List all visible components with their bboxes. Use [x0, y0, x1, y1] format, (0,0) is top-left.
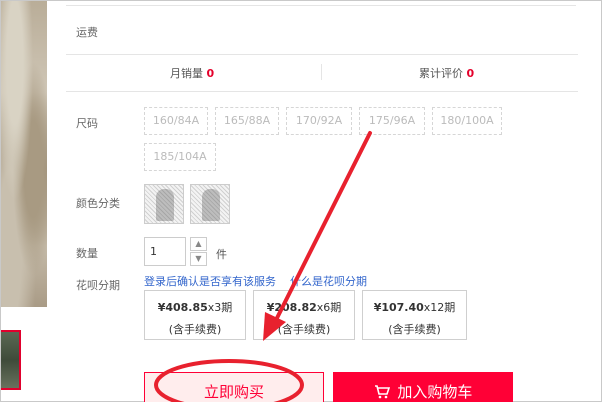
installment-login-notice[interactable]: 登录后确认是否享有该服务: [144, 273, 276, 289]
color-swatch-1[interactable]: [144, 184, 184, 224]
quantity-label: 数量: [76, 247, 98, 260]
plan-amount: ¥107.40: [373, 301, 424, 314]
installment-label: 花呗分期: [76, 279, 120, 292]
quantity-unit: 件: [216, 248, 227, 261]
chevron-up-icon[interactable]: ▲: [190, 237, 207, 251]
monthly-sales-value: 0: [206, 67, 215, 80]
top-divider: [66, 0, 576, 6]
plan-price: ¥408.85x3期: [145, 299, 245, 315]
monthly-sales-label: 月销量: [170, 67, 203, 80]
plan-price: ¥107.40x12期: [363, 299, 466, 315]
size-option-180-100a[interactable]: 180/100A: [432, 107, 502, 135]
monthly-sales: 月销量 0: [170, 65, 214, 81]
plan-period: x12期: [423, 301, 456, 314]
size-option-165-88a[interactable]: 165/88A: [215, 107, 279, 135]
plan-price: ¥208.82x6期: [254, 299, 354, 315]
plan-fee: (含手续费): [168, 323, 222, 336]
installment-plan-3[interactable]: ¥408.85x3期 (含手续费): [144, 290, 246, 340]
product-main-image[interactable]: [1, 1, 47, 307]
size-label: 尺码: [76, 117, 98, 130]
size-option-170-92a[interactable]: 170/92A: [286, 107, 352, 135]
add-to-cart-label: 加入购物车: [397, 383, 473, 401]
size-option-185-104a[interactable]: 185/104A: [144, 143, 216, 171]
plan-fee: (含手续费): [277, 323, 331, 336]
plan-amount: ¥208.82: [266, 301, 317, 314]
cumulative-reviews-value: 0: [466, 67, 475, 80]
plan-period: x3期: [207, 301, 233, 314]
stats-divider: [321, 64, 322, 80]
swatch-figure: [156, 189, 174, 221]
color-label: 颜色分类: [76, 197, 120, 210]
plan-period: x6期: [316, 301, 342, 314]
shipping-label: 运费: [76, 26, 98, 39]
plan-amount: ¥408.85: [157, 301, 208, 314]
cumulative-reviews-label: 累计评价: [419, 67, 463, 80]
color-swatch-2[interactable]: [190, 184, 230, 224]
cumulative-reviews[interactable]: 累计评价 0: [419, 65, 474, 81]
installment-plan-6[interactable]: ¥208.82x6期 (含手续费): [253, 290, 355, 340]
add-to-cart-button[interactable]: 加入购物车: [333, 372, 513, 402]
chevron-down-icon[interactable]: ▼: [190, 252, 207, 266]
size-option-175-96a[interactable]: 175/96A: [359, 107, 425, 135]
buy-now-button[interactable]: 立即购买: [144, 372, 324, 402]
size-option-160-84a[interactable]: 160/84A: [144, 107, 208, 135]
installment-plan-12[interactable]: ¥107.40x12期 (含手续费): [362, 290, 467, 340]
plan-fee: (含手续费): [388, 323, 441, 336]
cart-icon: [374, 383, 398, 401]
swatch-figure: [202, 189, 220, 221]
thumbnail-selected-border: [1, 330, 21, 390]
quantity-input[interactable]: 1: [144, 237, 186, 266]
installment-help-link[interactable]: 什么是花呗分期: [290, 273, 367, 289]
stats-bar: 月销量 0 累计评价 0: [66, 54, 578, 92]
